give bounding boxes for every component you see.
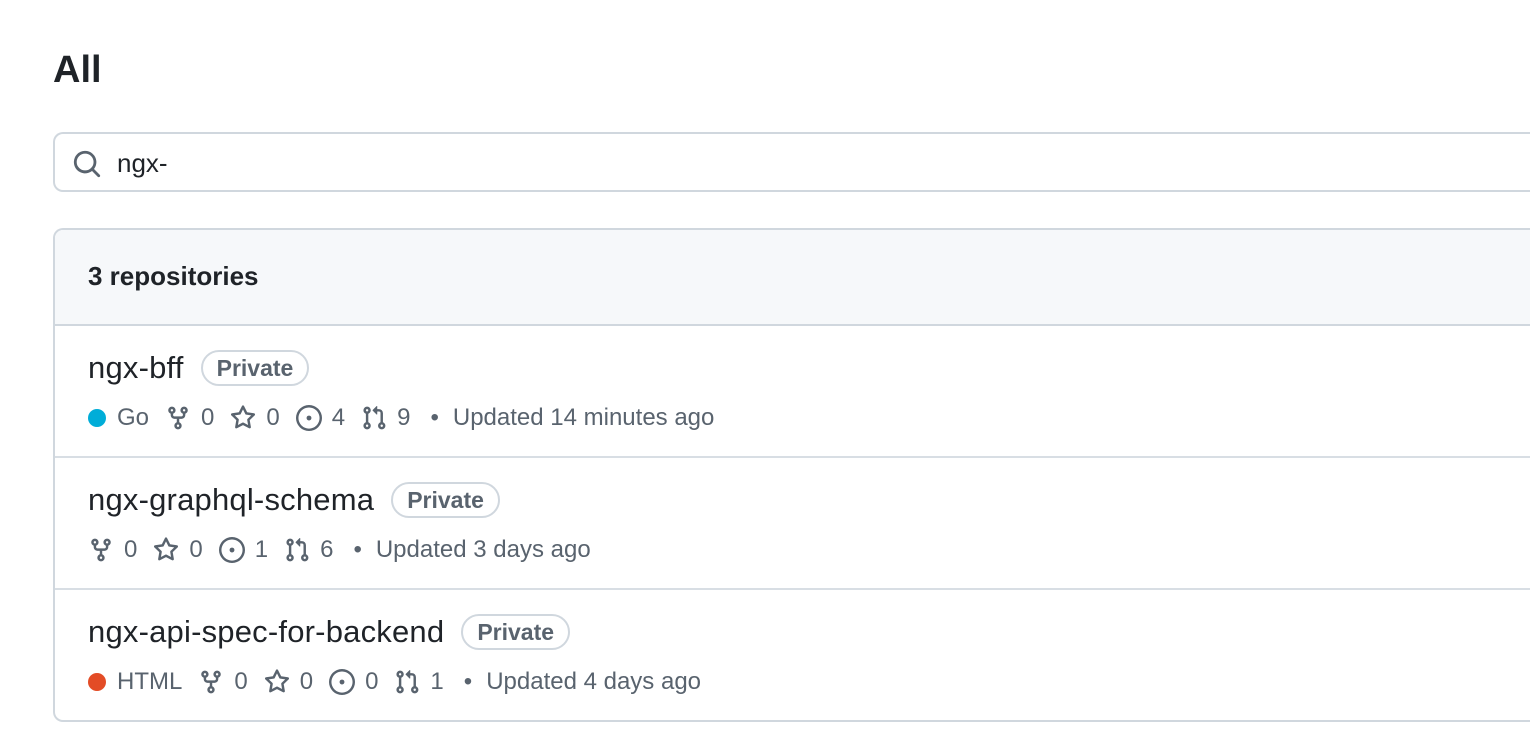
language-label: HTML [117,668,183,695]
repo-forked-icon [168,406,188,430]
pull-requests-value: 6 [320,536,334,563]
updated-time: Updated 3 days ago [375,536,591,563]
repository-row: ngx-graphql-schema Private 0 0 1 6 • Upd… [55,458,1530,590]
language-label: Go [117,404,150,431]
language-indicator: HTML [88,668,182,696]
star-icon [154,537,179,561]
pull-requests-count[interactable]: 1 [394,668,444,696]
updated-time: Updated 4 days ago [486,668,702,695]
git-pull-request-icon [363,405,386,430]
pull-requests-count[interactable]: 9 [361,404,410,432]
pull-requests-value: 9 [397,404,411,431]
repository-row: ngx-api-spec-for-backend Private HTML 0 … [55,590,1530,720]
pull-requests-count[interactable]: 6 [284,536,333,564]
repository-name-link[interactable]: ngx-graphql-schema [88,482,374,518]
stars-count[interactable]: 0 [230,404,280,432]
search-icon [73,150,101,178]
issues-count[interactable]: 0 [329,668,378,696]
repository-name-link[interactable]: ngx-bff [88,350,184,386]
star-icon [231,405,256,429]
repository-row: ngx-bff Private Go 0 0 4 9 • Updated 14 … [55,326,1530,458]
forks-count[interactable]: 0 [88,536,137,564]
forks-value: 0 [201,404,215,431]
repo-forked-icon [91,538,111,562]
repository-list-header: 3 repositories [55,230,1530,326]
separator-dot: • [463,668,473,695]
issue-opened-icon [295,405,322,431]
issues-value: 4 [331,404,346,431]
issues-count[interactable]: 1 [218,536,269,564]
issues-value: 1 [254,536,269,563]
issues-value: 0 [365,668,379,695]
search-box[interactable] [53,132,1530,192]
visibility-badge: Private [200,350,310,386]
language-color-dot [88,673,106,691]
stars-count[interactable]: 0 [264,668,313,696]
forks-value: 0 [124,536,138,563]
stars-value: 0 [299,668,314,695]
forks-count[interactable]: 0 [165,404,214,432]
star-icon [264,669,289,693]
language-indicator: Go [88,404,149,432]
repository-list: 3 repositories ngx-bff Private Go 0 0 4 [53,228,1530,722]
issues-count[interactable]: 4 [295,404,346,432]
issue-opened-icon [218,537,245,563]
page-title: All [53,49,102,91]
separator-dot: • [430,404,439,431]
separator-dot: • [353,536,362,563]
issue-opened-icon [329,669,356,695]
git-pull-request-icon [396,669,419,694]
forks-count[interactable]: 0 [198,668,248,696]
pull-requests-value: 1 [430,668,444,695]
visibility-badge: Private [391,482,500,518]
search-input[interactable] [117,144,1517,182]
git-pull-request-icon [286,537,309,562]
stars-value: 0 [189,536,203,563]
language-color-dot [88,409,106,427]
updated-time: Updated 14 minutes ago [452,404,715,431]
visibility-badge: Private [461,614,571,650]
stars-count[interactable]: 0 [153,536,203,564]
repo-forked-icon [201,670,222,694]
repository-name-link[interactable]: ngx-api-spec-for-backend [88,614,444,650]
repository-count: 3 repositories [88,261,259,291]
stars-value: 0 [266,404,280,431]
forks-value: 0 [234,668,248,695]
